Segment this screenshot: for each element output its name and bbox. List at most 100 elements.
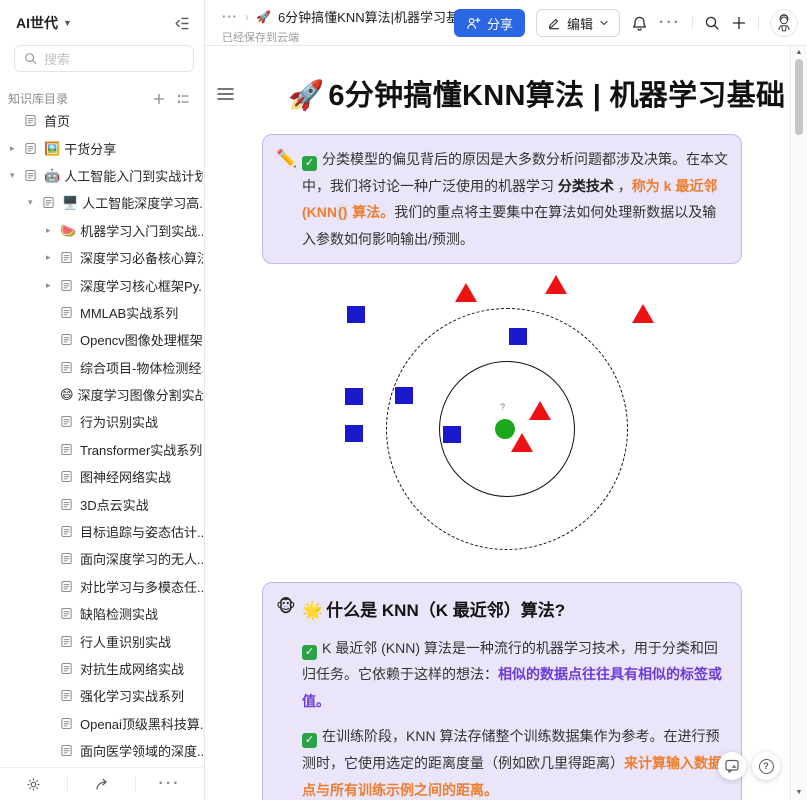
new-doc-plus-icon[interactable] <box>731 15 747 31</box>
share-button[interactable]: 分享 <box>454 9 525 37</box>
sidebar-item[interactable]: 对比学习与多模态任... <box>0 573 203 600</box>
doc-icon <box>60 498 73 511</box>
sidebar-more-icon[interactable]: ··· <box>136 775 203 793</box>
collapse-sidebar-icon[interactable] <box>173 15 190 32</box>
topbar-more-icon[interactable]: ··· <box>659 14 681 32</box>
class-a-square-point <box>345 388 363 405</box>
checked-checkbox-icon[interactable]: ✓ <box>302 156 317 171</box>
sidebar-item-label: 深度学习图像分割实战 <box>78 385 203 404</box>
sidebar: AI世代 ▼ 搜索 知识库目录 首页▸🖼️干货分享▾🤖人工智能入门到实战计划▾🖥… <box>0 0 205 800</box>
avatar[interactable] <box>770 9 798 37</box>
sidebar-tree: 首页 ▸🖼️干货分享▾🤖人工智能入门到实战计划▾🖥️人工智能深度学习高...▸🍉机… <box>0 107 203 767</box>
sidebar-item-label: 人工智能入门到实战计划 <box>64 166 203 185</box>
checked-checkbox-icon[interactable]: ✓ <box>302 733 317 748</box>
settings-gear-icon[interactable] <box>0 777 67 792</box>
outline-hamburger-icon[interactable] <box>216 86 235 102</box>
scroll-up-arrow[interactable]: ▲ <box>791 49 807 56</box>
sidebar-item[interactable]: Opencv图像处理框架... <box>0 326 203 353</box>
expand-arrow-down-icon[interactable]: ▾ <box>28 197 42 208</box>
sidebar-item[interactable]: ▸深度学习核心框架Py... <box>0 271 203 298</box>
sidebar-item-label: 行人重识别实战 <box>80 632 171 651</box>
expand-arrow-right-icon[interactable]: ▸ <box>46 225 60 236</box>
sidebar-item[interactable]: 缺陷检测实战 <box>0 600 203 627</box>
sidebar-item[interactable]: MMLAB实战系列 <box>0 299 203 326</box>
sidebar-item[interactable]: 行人重识别实战 <box>0 627 203 654</box>
sidebar-item-label: 综合项目-物体检测经... <box>80 358 203 377</box>
doc-icon <box>60 470 73 483</box>
class-b-triangle-point <box>529 401 551 420</box>
sidebar-item[interactable]: ▾🤖人工智能入门到实战计划 <box>0 162 203 189</box>
section-heading: 🌟什么是 KNN（K 最近邻）算法? <box>302 595 728 627</box>
sidebar-item[interactable]: 😄深度学习图像分割实战 <box>0 381 203 408</box>
vertical-scrollbar[interactable]: ▲ ▼ <box>790 46 807 800</box>
sidebar-item[interactable]: 目标追踪与姿态估计... <box>0 518 203 545</box>
doc-icon <box>24 169 37 182</box>
expand-arrow-right-icon[interactable]: ▸ <box>46 252 60 263</box>
text-segment: 算法。 <box>348 204 394 220</box>
pencil-icon <box>547 16 561 30</box>
sidebar-item[interactable]: 综合项目-物体检测经... <box>0 354 203 381</box>
sidebar-item[interactable]: 面向深度学习的无人... <box>0 545 203 572</box>
expand-arrow-down-icon[interactable]: ▾ <box>10 170 24 181</box>
sidebar-item-label: Opencv图像处理框架... <box>80 330 203 349</box>
breadcrumb-more-icon[interactable]: ··· <box>222 9 238 24</box>
sidebar-item-label: 对比学习与多模态任... <box>80 577 203 596</box>
help-question-button[interactable]: ? <box>752 752 780 780</box>
divider <box>692 16 693 30</box>
add-page-icon[interactable] <box>152 92 166 106</box>
monkey-emoji: 🐵 <box>276 594 302 800</box>
expand-arrow-right-icon[interactable]: ▸ <box>46 280 60 291</box>
sidebar-item[interactable]: Transformer实战系列 <box>0 436 203 463</box>
doc-icon <box>60 717 73 730</box>
item-emoji: 🍉 <box>60 224 76 237</box>
divider <box>758 16 759 30</box>
sidebar-item[interactable]: 对抗生成网络实战 <box>0 655 203 682</box>
doc-icon <box>60 333 73 346</box>
sidebar-footer: ··· <box>0 767 203 800</box>
sidebar-item[interactable]: ▸ 深度学习必备核心算法 <box>0 244 203 271</box>
outline-view-icon[interactable] <box>176 92 190 106</box>
doc-icon <box>60 279 73 292</box>
callout-intro-body: ✓分类模型的偏见背后的原因是大多数分析问题都涉及决策。在本文中，我们将讨论一种广… <box>302 146 728 252</box>
doc-icon <box>24 114 37 127</box>
sidebar-item[interactable]: ▾🖥️人工智能深度学习高... <box>0 189 203 216</box>
share-arrow-icon[interactable] <box>68 776 135 792</box>
comment-feedback-button[interactable] <box>718 752 746 780</box>
callout-intro: ✏️ ✓分类模型的偏见背后的原因是大多数分析问题都涉及决策。在本文中，我们将讨论… <box>262 134 742 264</box>
sidebar-item-label: 对抗生成网络实战 <box>80 659 184 678</box>
sidebar-item-label: 干货分享 <box>64 139 116 158</box>
edit-button[interactable]: 编辑 <box>536 9 620 37</box>
workspace-switcher[interactable]: AI世代 ▼ <box>16 13 72 33</box>
sidebar-item[interactable]: 行为识别实战 <box>0 408 203 435</box>
scrollbar-thumb[interactable] <box>795 59 803 135</box>
doc-icon <box>60 580 73 593</box>
sidebar-item-label: 面向深度学习的无人... <box>80 549 203 568</box>
breadcrumb-doc-title[interactable]: 6分钟搞懂KNN算法|机器学习基础 <box>278 7 472 26</box>
global-search-icon[interactable] <box>704 15 720 31</box>
sidebar-item[interactable]: Openai顶级黑科技算... <box>0 710 203 737</box>
class-b-triangle-point <box>455 283 477 302</box>
sidebar-item[interactable]: 图神经网络实战 <box>0 463 203 490</box>
rocket-emoji: 🚀 <box>288 80 324 112</box>
sidebar-item-label: 深度学习必备核心算法 <box>80 248 203 267</box>
sidebar-item[interactable]: 首页 <box>0 107 203 134</box>
sidebar-item[interactable]: 强化学习实战系列 <box>0 682 203 709</box>
sidebar-item-label: 首页 <box>44 111 70 130</box>
expand-arrow-right-icon[interactable]: ▸ <box>10 143 24 154</box>
doc-icon <box>60 251 73 264</box>
paragraph: ✓分类模型的偏见背后的原因是大多数分析问题都涉及决策。在本文中，我们将讨论一种广… <box>302 146 728 252</box>
paragraph: ✓在训练阶段，KNN 算法存储整个训练数据集作为参考。在进行预测时，它使用选定的… <box>302 723 728 800</box>
scroll-down-arrow[interactable]: ▼ <box>791 789 807 796</box>
sidebar-item[interactable]: 面向医学领域的深度... <box>0 737 203 764</box>
checked-checkbox-icon[interactable]: ✓ <box>302 645 317 660</box>
notifications-bell-icon[interactable] <box>631 15 648 32</box>
search-input[interactable]: 搜索 <box>14 45 194 72</box>
class-b-triangle-point <box>632 304 654 323</box>
sidebar-item[interactable]: 3D点云实战 <box>0 490 203 517</box>
search-placeholder: 搜索 <box>44 49 70 68</box>
callout-knn-paragraphs: ✓K 最近邻 (KNN) 算法是一种流行的机器学习技术，用于分类和回归任务。它依… <box>302 635 728 800</box>
sidebar-item[interactable]: ▸🖼️干货分享 <box>0 134 203 161</box>
sidebar-item[interactable]: ▸🍉机器学习入门到实战... <box>0 217 203 244</box>
class-a-square-point <box>395 387 413 404</box>
paragraph: ✓K 最近邻 (KNN) 算法是一种流行的机器学习技术，用于分类和回归任务。它依… <box>302 635 728 715</box>
